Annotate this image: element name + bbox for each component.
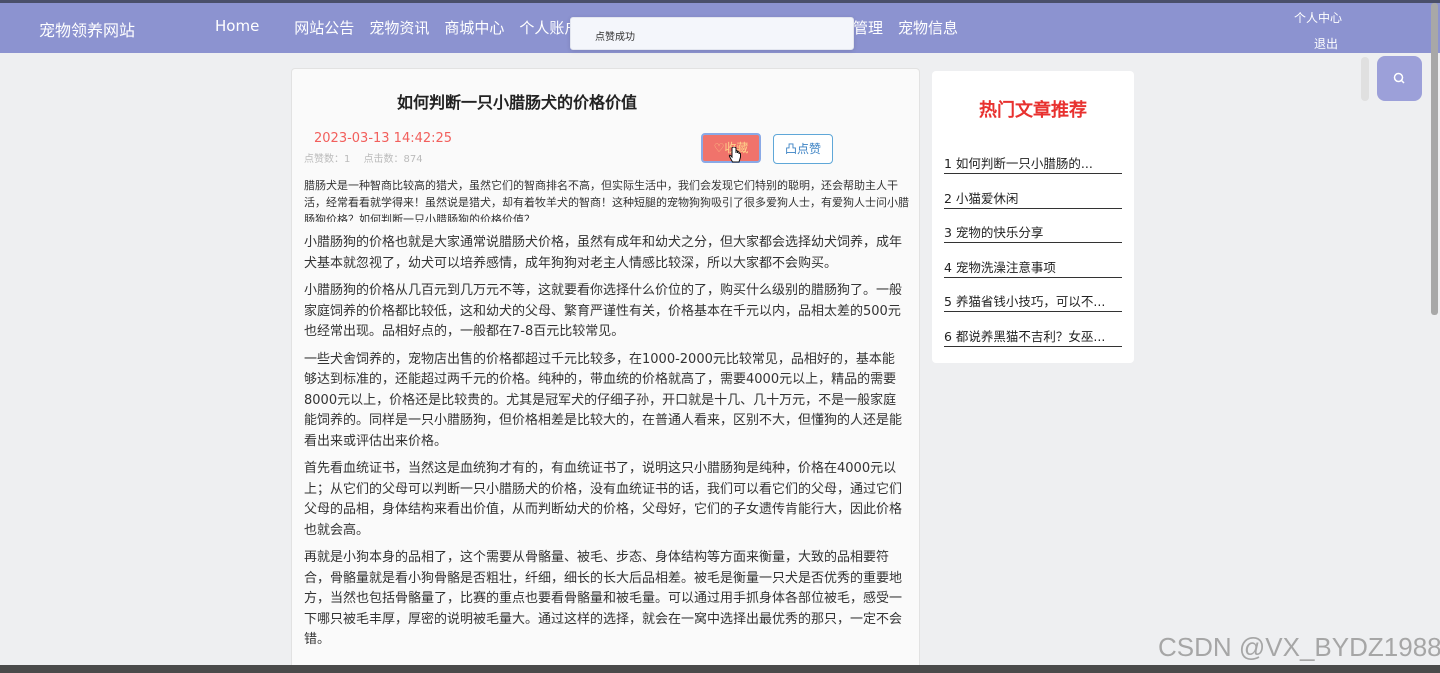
nav-mall[interactable]: 商城中心	[444, 17, 504, 38]
main-nav: Home 网站公告 宠物资讯 商城中心 个人账户	[215, 17, 594, 38]
article-card: 如何判断一只小腊肠犬的价格价值 2023-03-13 14:42:25 点赞数：…	[291, 68, 920, 673]
hot-article-item[interactable]: 3 宠物的快乐分享	[944, 222, 1122, 243]
article-paragraph: 小腊肠狗的价格也就是大家通常说腊肠犬价格，虽然有成年和幼犬之分，但大家都会选择幼…	[304, 235, 903, 271]
hot-article-item[interactable]: 5 养猫省钱小技巧，可以不...	[944, 291, 1122, 312]
watermark: CSDN @VX_BYDZ1988	[1158, 632, 1440, 662]
article-paragraph: 一些犬舍饲养的，宠物店出售的价格都超过千元比较多，在1000-2000元比较常见…	[304, 351, 903, 449]
hot-article-item[interactable]: 6 都说养黑猫不吉利？女巫...	[944, 326, 1122, 347]
click-count: 点击数：874	[363, 154, 423, 165]
bottom-bar	[0, 665, 1440, 673]
nav-pet-info[interactable]: 宠物信息	[898, 17, 958, 38]
search-button[interactable]	[1377, 56, 1422, 101]
article-stats: 点赞数：1 点击数：874	[304, 150, 433, 165]
site-brand[interactable]: 宠物领养网站	[39, 17, 135, 41]
article-title: 如何判断一只小腊肠犬的价格价值	[396, 93, 637, 112]
article-date: 2023-03-13 14:42:25	[314, 131, 453, 146]
article-paragraph: 小腊肠狗的价格从几百元到几万元不等，这就要看你选择什么价位的了，购买什么级别的腊…	[304, 283, 903, 339]
inner-scrollbar[interactable]	[1361, 57, 1369, 101]
success-toast: 点赞成功	[570, 17, 854, 50]
hot-articles-title: 热门文章推荐	[979, 100, 1087, 121]
article-body: 小腊肠狗的价格也就是大家通常说腊肠犬价格，虽然有成年和幼犬之分，但大家都会选择幼…	[304, 233, 904, 658]
like-button[interactable]: 凸点赞	[773, 134, 833, 164]
page-scrollbar-thumb[interactable]	[1431, 3, 1438, 315]
main-nav-right: 管理 宠物信息	[853, 17, 973, 38]
hot-article-item[interactable]: 1 如何判断一只小腊肠的...	[944, 153, 1122, 174]
nav-management[interactable]: 管理	[853, 17, 883, 38]
nav-home[interactable]: Home	[215, 17, 259, 38]
user-center-link[interactable]: 个人中心	[1294, 9, 1342, 26]
article-paragraph: 再就是小狗本身的品相了，这个需要从骨骼量、被毛、步态、身体结构等方面来衡量，大致…	[304, 550, 903, 647]
hot-articles-panel: 热门文章推荐 1 如何判断一只小腊肠的... 2 小猫爱休闲 3 宠物的快乐分享…	[932, 71, 1134, 363]
hot-article-item[interactable]: 4 宠物洗澡注意事项	[944, 257, 1122, 278]
like-count: 点赞数：1	[304, 154, 351, 165]
hand-cursor-icon	[728, 147, 741, 163]
nav-announcements[interactable]: 网站公告	[294, 17, 354, 38]
article-summary: 腊肠犬是一种智商比较高的猎犬，虽然它们的智商排名不高，但实际生活中，我们会发现它…	[304, 179, 909, 222]
search-icon	[1393, 72, 1405, 84]
nav-pet-news[interactable]: 宠物资讯	[369, 17, 429, 38]
article-paragraph: 首先看血统证书，当然这是血统狗才有的，有血统证书了，说明这只小腊肠狗是纯种，价格…	[304, 461, 903, 538]
logout-link[interactable]: 退出	[1314, 35, 1338, 52]
hot-article-item[interactable]: 2 小猫爱休闲	[944, 188, 1122, 209]
